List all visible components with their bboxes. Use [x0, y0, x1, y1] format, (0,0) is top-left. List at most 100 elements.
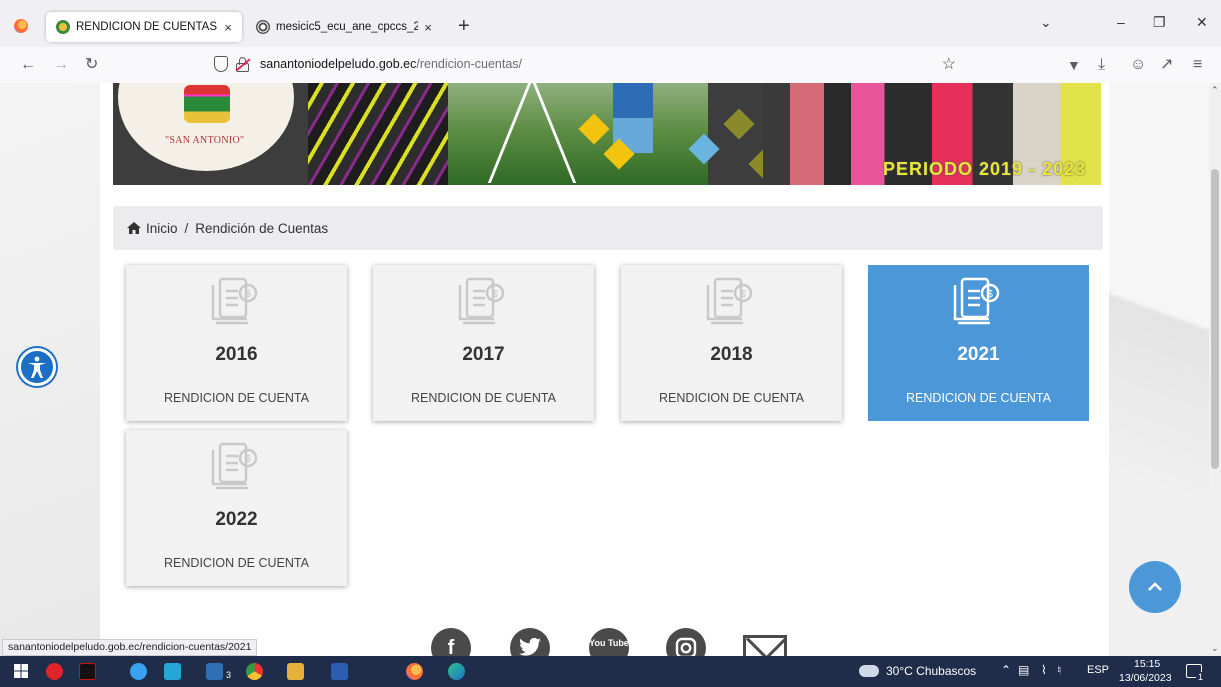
period-text: PERIODO 2019 - 2023 — [883, 159, 1087, 179]
tab-rendicion-cuentas[interactable]: RENDICION DE CUENTAS G.A.D × — [46, 12, 242, 42]
year-card-2022[interactable]: $ 2022 RENDICION DE CUENTA — [126, 430, 347, 586]
year-card-2016[interactable]: $ 2016 RENDICION DE CUENTA — [126, 265, 347, 421]
accessibility-icon — [28, 356, 46, 378]
scrollbar-thumb[interactable] — [1211, 169, 1219, 469]
instagram-icon[interactable] — [666, 628, 706, 656]
windows-start-icon[interactable] — [14, 664, 28, 678]
twitter-icon[interactable] — [510, 628, 550, 656]
card-caption: RENDICION DE CUENTA — [164, 391, 309, 405]
card-year: 2021 — [957, 344, 1000, 365]
home-icon — [127, 222, 141, 234]
keyboard-language[interactable]: ESP — [1087, 664, 1109, 676]
scroll-up-arrow-icon[interactable]: ⌃ — [1211, 85, 1219, 96]
site-favicon-icon — [56, 20, 70, 34]
menu-hamburger-icon[interactable]: ≡ — [1193, 56, 1202, 74]
tab-mesicic[interactable]: mesicic5_ecu_ane_cpccs_22_ley × — [246, 12, 442, 42]
back-arrow-icon[interactable]: ← — [20, 56, 36, 74]
chrome-icon[interactable] — [246, 663, 263, 680]
url-text[interactable]: sanantoniodelpeludo.gob.ec/rendicion-cue… — [260, 57, 522, 71]
card-year: 2022 — [215, 509, 258, 530]
restore-icon[interactable]: ❐ — [1153, 14, 1166, 31]
chevron-up-icon — [1148, 582, 1162, 591]
browser-tab-bar: RENDICION DE CUENTAS G.A.D × mesicic5_ec… — [0, 0, 1221, 47]
facebook-icon[interactable]: f — [431, 628, 471, 656]
account-icon[interactable]: ☺ — [1130, 56, 1146, 74]
seal-text: "SAN ANTONIO" — [165, 135, 245, 146]
clock-time[interactable]: 15:15 — [1134, 658, 1160, 670]
photos-app-icon[interactable] — [206, 663, 223, 680]
opera-icon[interactable] — [46, 663, 63, 680]
breadcrumb-separator: / — [184, 220, 189, 236]
link-status-bar: sanantoniodelpeludo.gob.ec/rendicion-cue… — [2, 639, 258, 656]
insecure-lock-icon[interactable] — [235, 57, 251, 72]
year-card-2021[interactable]: $ 2021 RENDICION DE CUENTA — [868, 265, 1089, 421]
app-icon[interactable] — [130, 663, 147, 680]
back-to-top-button[interactable] — [1129, 561, 1181, 613]
clock-date[interactable]: 13/06/2023 — [1119, 672, 1172, 684]
breadcrumb-current: Rendición de Cuentas — [195, 220, 329, 236]
invoice-document-icon: $ — [953, 277, 1000, 325]
municipality-seal — [118, 83, 294, 171]
page-content: "SAN ANTONIO" PERIODO 2019 - 2023 Inicio… — [100, 83, 1109, 656]
mail-icon[interactable] — [743, 635, 787, 656]
card-caption: RENDICION DE CUENTA — [659, 391, 804, 405]
accessibility-button[interactable] — [18, 348, 56, 386]
card-year: 2017 — [462, 344, 505, 365]
list-tabs-chevron-icon[interactable]: ⌄ — [1040, 14, 1052, 31]
firefox-taskbar-icon[interactable] — [406, 663, 423, 680]
banner-stripes — [308, 83, 448, 185]
edge-icon[interactable] — [448, 663, 465, 680]
file-explorer-icon[interactable] — [287, 663, 304, 680]
coat-of-arms-icon — [184, 85, 230, 123]
diamond-shape — [723, 108, 755, 140]
year-card-2017[interactable]: $ 2017 RENDICION DE CUENTA — [373, 265, 594, 421]
wifi-icon[interactable]: ⌇ — [1041, 663, 1047, 677]
invoice-document-icon: $ — [458, 277, 505, 325]
share-icon[interactable]: ↗ — [1160, 56, 1173, 74]
new-tab-button[interactable]: + — [458, 14, 470, 38]
tracking-protection-shield-icon[interactable] — [214, 56, 228, 72]
firefox-logo-icon[interactable] — [14, 19, 28, 33]
pocket-icon[interactable]: ▼ — [1067, 56, 1081, 74]
youtube-icon[interactable]: You Tube — [589, 628, 629, 656]
weather-cloud-icon[interactable] — [859, 665, 879, 677]
card-caption: RENDICION DE CUENTA — [164, 556, 309, 570]
reload-icon[interactable]: ↻ — [85, 56, 98, 74]
minimize-icon[interactable]: – — [1117, 14, 1125, 30]
tab-title: mesicic5_ecu_ane_cpccs_22_ley — [276, 21, 419, 33]
close-tab-icon[interactable]: × — [224, 20, 232, 35]
bookmark-star-icon[interactable]: ☆ — [942, 54, 956, 74]
netflix-icon[interactable] — [79, 663, 96, 680]
breadcrumb-home-link[interactable]: Inicio — [146, 221, 178, 236]
word-icon[interactable] — [331, 663, 348, 680]
scroll-down-arrow-icon[interactable]: ⌄ — [1211, 643, 1219, 654]
breadcrumb: Inicio / Rendición de Cuentas — [113, 206, 1103, 250]
weather-text[interactable]: 30°C Chubascos — [886, 664, 976, 678]
network-icon[interactable]: ▤ — [1018, 663, 1029, 677]
notification-count: 1 — [1196, 672, 1206, 682]
invoice-document-icon: $ — [211, 442, 258, 490]
app-badge-count: 3 — [226, 670, 232, 680]
card-year: 2018 — [710, 344, 753, 365]
svg-text:$: $ — [492, 289, 498, 300]
svg-text:$: $ — [740, 289, 746, 300]
forward-arrow-icon[interactable]: → — [53, 56, 69, 74]
card-caption: RENDICION DE CUENTA — [411, 391, 556, 405]
windows-taskbar: 3 30°C Chubascos ⌃ ▤ ⌇ ♮ ESP 15:15 13/06… — [0, 656, 1221, 687]
calendar-app-icon[interactable] — [164, 663, 181, 680]
invoice-document-icon: $ — [211, 277, 258, 325]
card-caption: RENDICION DE CUENTA — [906, 391, 1051, 405]
invoice-document-icon: $ — [706, 277, 753, 325]
svg-text:$: $ — [245, 289, 251, 300]
volume-icon[interactable]: ♮ — [1057, 663, 1061, 677]
site-favicon-icon — [256, 20, 270, 34]
show-hidden-icons-chevron-icon[interactable]: ⌃ — [1001, 663, 1011, 677]
header-banner: "SAN ANTONIO" PERIODO 2019 - 2023 — [113, 83, 1101, 185]
close-window-icon[interactable]: ✕ — [1196, 14, 1208, 31]
page-scrollbar[interactable]: ⌃ ⌄ — [1209, 83, 1221, 656]
year-card-2018[interactable]: $ 2018 RENDICION DE CUENTA — [621, 265, 842, 421]
close-tab-icon[interactable]: × — [424, 20, 432, 35]
downloads-icon[interactable]: ⤓ — [1098, 56, 1105, 74]
address-bar[interactable]: sanantoniodelpeludo.gob.ec/rendicion-cue… — [202, 51, 962, 79]
svg-text:$: $ — [245, 454, 251, 465]
